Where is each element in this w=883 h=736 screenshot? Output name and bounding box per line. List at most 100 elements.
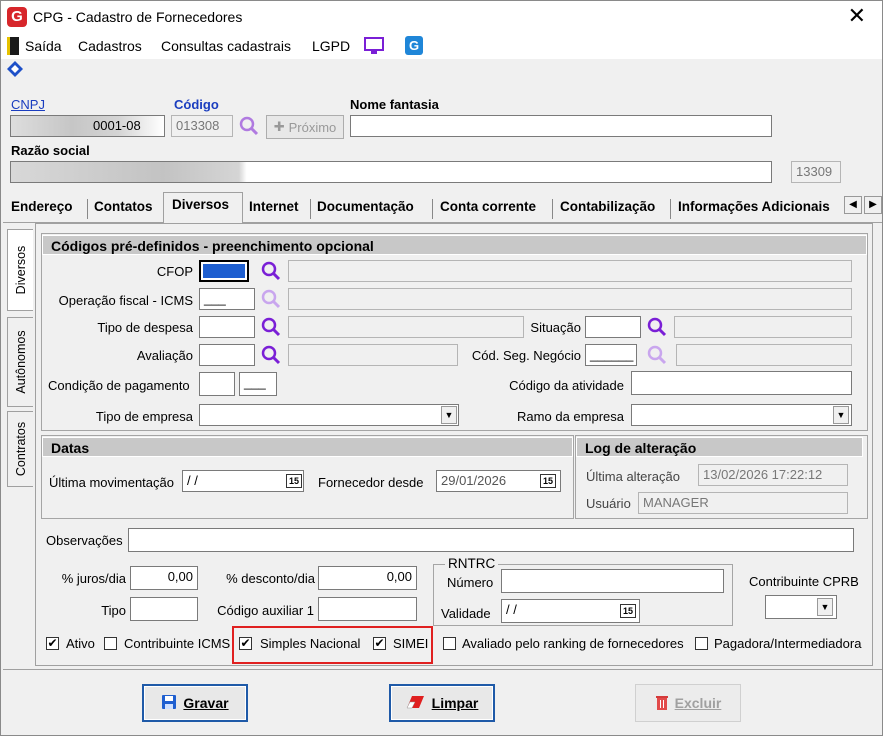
- exit-door-icon[interactable]: [7, 37, 19, 55]
- limpar-label: Limpar: [431, 695, 479, 711]
- situacao-input[interactable]: [585, 316, 641, 338]
- tab-scroll-left-icon[interactable]: ◀: [844, 196, 862, 214]
- situacao-search-icon[interactable]: [645, 315, 669, 339]
- contribuinte-cprb-dropdown-icon[interactable]: ▼: [817, 598, 833, 616]
- numero-input[interactable]: [501, 569, 724, 593]
- avaliado-label: Avaliado pelo ranking de fornecedores: [462, 636, 684, 651]
- cnpj-link[interactable]: CNPJ: [11, 97, 45, 112]
- side-tab-autonomos-label: Autônomos: [13, 330, 28, 394]
- fornecedor-desde-label: Fornecedor desde: [318, 475, 424, 490]
- menu-saida[interactable]: Saída: [25, 38, 62, 54]
- contribuinte-icms-checkbox[interactable]: [104, 637, 117, 650]
- side-tab-autonomos[interactable]: Autônomos: [7, 317, 33, 407]
- usuario-field: MANAGER: [638, 492, 848, 514]
- avaliacao-label: Avaliação: [136, 348, 193, 363]
- cond-pagamento-input-2[interactable]: ___: [239, 372, 277, 396]
- codigo-atividade-label: Código da atividade: [509, 378, 624, 393]
- situacao-label: Situação: [530, 320, 581, 335]
- cod-seg-input[interactable]: ______: [585, 344, 637, 366]
- log-group-title: Log de alteração: [576, 437, 863, 457]
- g-app-icon[interactable]: G: [405, 36, 423, 55]
- codigo-search-icon[interactable]: [237, 114, 261, 138]
- cond-pagamento-input-1[interactable]: [199, 372, 235, 396]
- fornecedor-desde-calendar-icon[interactable]: 15: [540, 474, 556, 488]
- cfop-label: CFOP: [156, 264, 193, 279]
- juros-input[interactable]: 0,00: [130, 566, 198, 590]
- plus-icon: ✚: [273, 119, 285, 134]
- desconto-label: % desconto/dia: [226, 571, 315, 586]
- avaliacao-description: [288, 344, 458, 366]
- side-tab-contratos[interactable]: Contratos: [7, 411, 33, 487]
- ultima-alteracao-field: 13/02/2026 17:22:12: [698, 464, 848, 486]
- ultima-mov-calendar-icon[interactable]: 15: [286, 474, 302, 488]
- avaliado-checkbox[interactable]: [443, 637, 456, 650]
- side-tab-diversos[interactable]: Diversos: [7, 229, 33, 311]
- ramo-empresa-label: Ramo da empresa: [517, 409, 624, 424]
- eraser-icon: [406, 694, 426, 713]
- menu-consultas[interactable]: Consultas cadastrais: [161, 38, 291, 54]
- codigo-input[interactable]: 013308: [171, 115, 233, 137]
- cfop-selection: [203, 264, 245, 278]
- excluir-button[interactable]: Excluir: [635, 684, 741, 722]
- tab-endereco[interactable]: Endereço: [11, 199, 73, 214]
- validade-calendar-icon[interactable]: 15: [620, 604, 636, 618]
- close-icon[interactable]: ✕: [848, 4, 866, 28]
- operacao-input[interactable]: ___: [199, 288, 255, 310]
- tab-contabilizacao[interactable]: Contabilização: [560, 199, 655, 214]
- codigo-label: Código: [174, 97, 219, 112]
- tab-conta-corrente[interactable]: Conta corrente: [440, 199, 536, 214]
- codigo-atividade-input[interactable]: [631, 371, 852, 395]
- tipo-empresa-select[interactable]: [199, 404, 459, 426]
- pagadora-label: Pagadora/Intermediadora: [714, 636, 862, 651]
- ramo-empresa-dropdown-icon[interactable]: ▼: [833, 406, 849, 424]
- menu-lgpd[interactable]: LGPD: [312, 38, 350, 54]
- tipo-input[interactable]: [130, 597, 198, 621]
- desconto-input[interactable]: 0,00: [318, 566, 417, 590]
- title-bar: G CPG - Cadastro de Fornecedores ✕: [1, 1, 882, 33]
- contribuinte-cprb-label: Contribuinte CPRB: [749, 574, 859, 589]
- nome-fantasia-input[interactable]: [350, 115, 772, 137]
- operacao-search-icon[interactable]: [259, 287, 283, 311]
- cod-seg-search-icon[interactable]: [645, 343, 669, 367]
- ativo-checkbox[interactable]: ✔: [46, 637, 59, 650]
- ultima-alteracao-label: Última alteração: [586, 469, 680, 484]
- ativo-label: Ativo: [66, 636, 95, 651]
- operacao-label: Operação fiscal - ICMS: [58, 293, 193, 308]
- monitor-icon[interactable]: [364, 37, 384, 55]
- tab-documentacao[interactable]: Documentação: [317, 199, 414, 214]
- cfop-input[interactable]: [199, 260, 249, 282]
- cod-seg-label: Cód. Seg. Negócio: [471, 348, 581, 363]
- juros-label: % juros/dia: [61, 571, 126, 586]
- pagadora-checkbox[interactable]: [695, 637, 708, 650]
- menu-lgpd-label: LGPD: [312, 38, 351, 54]
- menu-cadastros[interactable]: Cadastros: [78, 38, 142, 54]
- tipo-despesa-description: [288, 316, 524, 338]
- tab-diversos[interactable]: Diversos: [172, 197, 229, 212]
- save-disk-icon: [161, 694, 177, 713]
- diamond-nav-icon[interactable]: [7, 61, 23, 77]
- avaliacao-input[interactable]: [199, 344, 255, 366]
- tipo-despesa-search-icon[interactable]: [259, 315, 283, 339]
- highlight-box: [232, 626, 433, 664]
- gravar-button[interactable]: Gravar: [142, 684, 248, 722]
- ramo-empresa-select[interactable]: [631, 404, 852, 426]
- tab-informacoes-adicionais[interactable]: Informações Adicionais: [678, 199, 843, 214]
- tab-divider: [552, 199, 553, 219]
- codigo-auxiliar-input[interactable]: [318, 597, 417, 621]
- razao-social-label: Razão social: [11, 143, 90, 158]
- observacoes-input[interactable]: [128, 528, 854, 552]
- tipo-empresa-dropdown-icon[interactable]: ▼: [441, 406, 457, 424]
- cnpj-input[interactable]: 0001-08: [10, 115, 165, 137]
- razao-social-input[interactable]: [10, 161, 772, 183]
- tipo-label: Tipo: [101, 603, 126, 618]
- avaliacao-search-icon[interactable]: [259, 343, 283, 367]
- cfop-search-icon[interactable]: [259, 259, 283, 283]
- proximo-button[interactable]: ✚ Próximo: [266, 115, 344, 139]
- tab-scroll-right-icon[interactable]: ▶: [864, 196, 882, 214]
- observacoes-label: Observações: [46, 533, 123, 548]
- tipo-despesa-input[interactable]: [199, 316, 255, 338]
- situacao-description: [674, 316, 852, 338]
- tab-internet[interactable]: Internet: [249, 199, 299, 214]
- tab-contatos[interactable]: Contatos: [94, 199, 153, 214]
- limpar-button[interactable]: Limpar: [389, 684, 495, 722]
